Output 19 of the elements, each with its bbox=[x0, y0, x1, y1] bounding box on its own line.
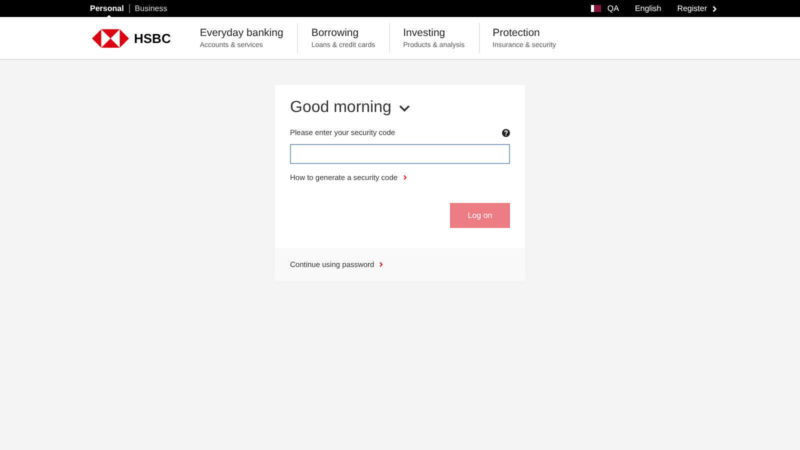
region-link[interactable]: QA bbox=[607, 4, 619, 13]
language-link[interactable]: English bbox=[634, 4, 662, 13]
segment-tab[interactable]: Business bbox=[130, 0, 172, 17]
nav-title[interactable]: Borrowing bbox=[311, 27, 376, 39]
help-icon[interactable] bbox=[502, 128, 510, 136]
greeting-dropdown[interactable]: Good morning bbox=[290, 99, 410, 117]
nav-title[interactable]: Investing bbox=[403, 27, 465, 39]
register-link[interactable]: Register bbox=[677, 4, 717, 13]
segment-tab[interactable]: Personal bbox=[90, 0, 129, 17]
chevron-down-icon bbox=[399, 104, 410, 112]
nav-title[interactable]: Protection bbox=[492, 27, 556, 39]
flag-icon bbox=[591, 5, 602, 12]
chevron-icon bbox=[402, 174, 407, 181]
chevron-icon bbox=[712, 4, 717, 12]
nav-title[interactable]: Everyday banking bbox=[200, 27, 284, 39]
chevron-icon bbox=[379, 261, 384, 268]
security-code-field[interactable] bbox=[290, 144, 510, 164]
brand-name[interactable]: HSBC bbox=[134, 30, 171, 46]
hexagon-logo-icon[interactable] bbox=[92, 28, 129, 48]
